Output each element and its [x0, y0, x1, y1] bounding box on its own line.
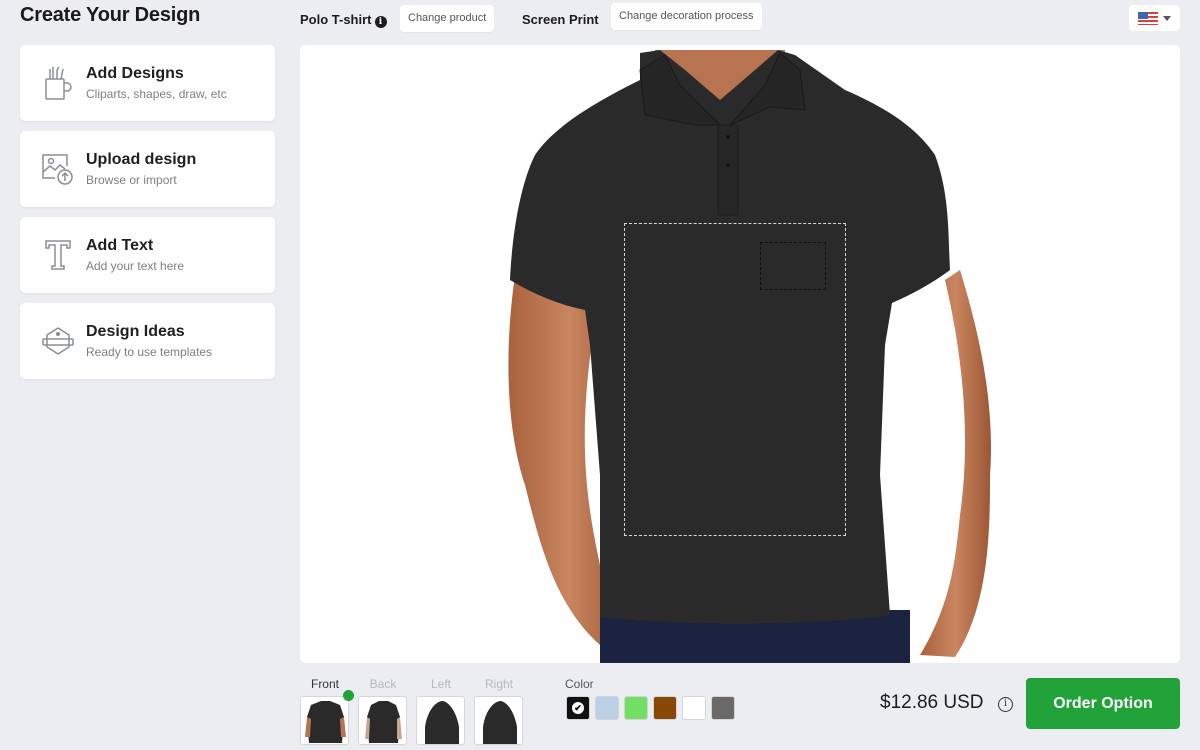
tool-subtitle: Browse or import: [86, 173, 177, 187]
info-icon[interactable]: i: [374, 16, 387, 28]
color-swatch[interactable]: [653, 696, 677, 720]
tool-title: Design Ideas: [86, 323, 185, 340]
tool-add-text[interactable]: Add Text Add your text here: [20, 217, 275, 293]
product-name-text: Polo T-shirt: [300, 12, 372, 27]
color-swatch[interactable]: [624, 696, 648, 720]
view-label-right: Right: [484, 677, 513, 691]
view-thumb-back[interactable]: [358, 696, 407, 745]
process-name: Screen Print: [522, 12, 599, 27]
view-label-front: Front: [310, 677, 339, 691]
tool-subtitle: Add your text here: [86, 259, 185, 273]
check-icon: ✔: [572, 702, 584, 714]
badge-template-icon: [40, 323, 76, 359]
image-upload-icon: [40, 151, 76, 187]
view-label-back: Back: [369, 677, 397, 691]
price: $12.86 USD: [880, 692, 984, 713]
text-t-icon: [40, 237, 76, 273]
tool-subtitle: Ready to use templates: [86, 345, 213, 359]
color-swatch[interactable]: [595, 696, 619, 720]
view-thumb-front[interactable]: [300, 696, 349, 745]
design-canvas[interactable]: [300, 45, 1180, 663]
caret-down-icon: [1163, 15, 1171, 21]
right-arm: [920, 270, 991, 657]
tool-subtitle: Cliparts, shapes, draw, etc: [86, 87, 227, 101]
locale-selector[interactable]: [1129, 5, 1180, 31]
tool-add-designs[interactable]: Add Designs Cliparts, shapes, draw, etc: [20, 45, 275, 121]
order-option-button[interactable]: Order Option: [1026, 678, 1180, 729]
color-swatch[interactable]: ✔: [566, 696, 590, 720]
product-name: Polo T-shirt i: [300, 12, 387, 28]
page-title: Create Your Design: [20, 4, 201, 26]
active-view-indicator: [343, 690, 354, 701]
pocket-print-area[interactable]: [760, 242, 826, 290]
color-swatch[interactable]: [682, 696, 706, 720]
view-thumb-left[interactable]: [416, 696, 465, 745]
tool-upload-design[interactable]: Upload design Browse or import: [20, 131, 275, 207]
tool-title: Add Designs: [86, 65, 184, 82]
change-product-button[interactable]: Change product: [400, 5, 495, 32]
tool-design-ideas[interactable]: Design Ideas Ready to use templates: [20, 303, 275, 379]
color-swatch[interactable]: [711, 696, 735, 720]
tool-title: Upload design: [86, 151, 197, 168]
color-label: Color: [565, 677, 594, 691]
view-thumb-right[interactable]: [474, 696, 523, 745]
price-info-icon[interactable]: i: [998, 697, 1013, 712]
tool-title: Add Text: [86, 237, 154, 254]
pencil-cup-icon: [40, 65, 76, 101]
view-label-left: Left: [430, 677, 451, 691]
us-flag-icon: [1138, 11, 1158, 25]
change-process-button[interactable]: Change decoration process: [611, 3, 762, 30]
